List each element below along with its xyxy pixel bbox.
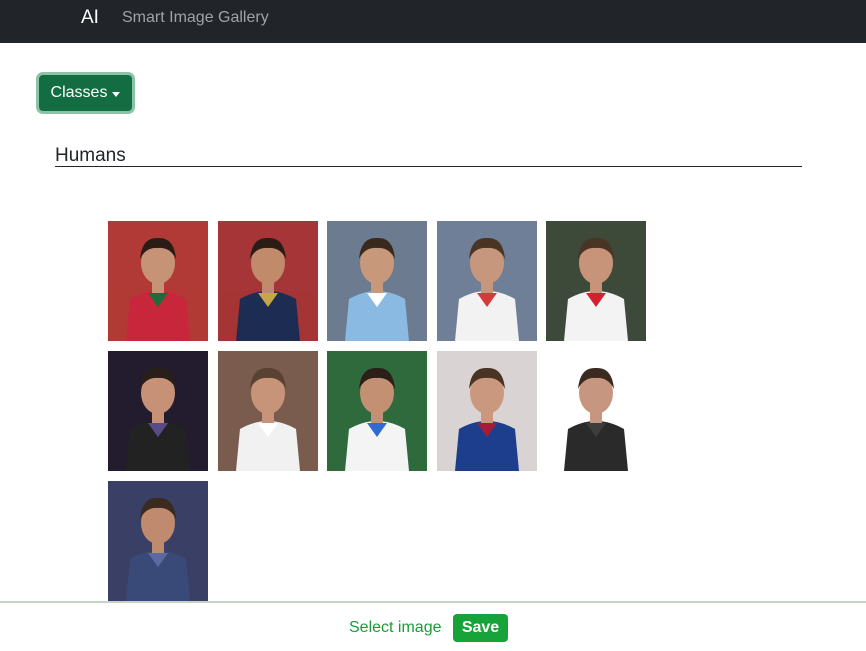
person-photo-icon	[436, 221, 537, 341]
person-photo-icon	[108, 221, 208, 341]
gallery-thumbnail-footballer-white-kit[interactable]	[327, 351, 427, 471]
section-divider	[55, 166, 802, 167]
gallery-thumbnail-man-smiling-portrait[interactable]	[546, 351, 646, 471]
caret-down-icon	[112, 91, 121, 97]
gallery-thumbnail-tennis-player-smiling[interactable]	[217, 351, 318, 471]
app-title-link[interactable]: Smart Image Gallery	[122, 9, 269, 27]
person-photo-icon	[327, 351, 427, 471]
gallery-thumbnail-man-black-shirt-dark-background[interactable]	[108, 351, 208, 471]
person-photo-icon	[546, 221, 646, 341]
person-photo-icon	[108, 481, 208, 601]
brand-logo-text[interactable]: AI	[81, 7, 99, 29]
top-navbar: AI Smart Image Gallery	[0, 0, 866, 43]
person-photo-icon	[436, 351, 537, 471]
classes-dropdown-label: Classes	[50, 84, 108, 101]
person-photo-icon	[327, 221, 427, 341]
classes-dropdown-button[interactable]: Classes	[36, 72, 135, 114]
gallery-thumbnail-footballer-striped-kit[interactable]	[327, 221, 427, 341]
section-heading: Humans	[55, 145, 126, 166]
person-photo-icon	[108, 351, 208, 471]
save-button[interactable]: Save	[453, 614, 508, 642]
select-image-prompt: Select image	[349, 619, 442, 636]
gallery-thumbnail-footballer-red-green-kit[interactable]	[108, 221, 208, 341]
gallery-thumbnail-footballer-blue-red-kit-portrait[interactable]	[436, 351, 537, 471]
gallery-thumbnail-tennis-player-headband-looking-up[interactable]	[546, 221, 646, 341]
gallery-thumbnail-footballer-navy-kit[interactable]	[217, 221, 318, 341]
person-photo-icon	[217, 351, 318, 471]
person-photo-icon	[217, 221, 318, 341]
person-photo-icon	[546, 351, 646, 471]
gallery-thumbnail-tennis-player-white-headband[interactable]	[436, 221, 537, 341]
gallery-thumbnail-man-looking-up-portrait[interactable]	[108, 481, 208, 601]
